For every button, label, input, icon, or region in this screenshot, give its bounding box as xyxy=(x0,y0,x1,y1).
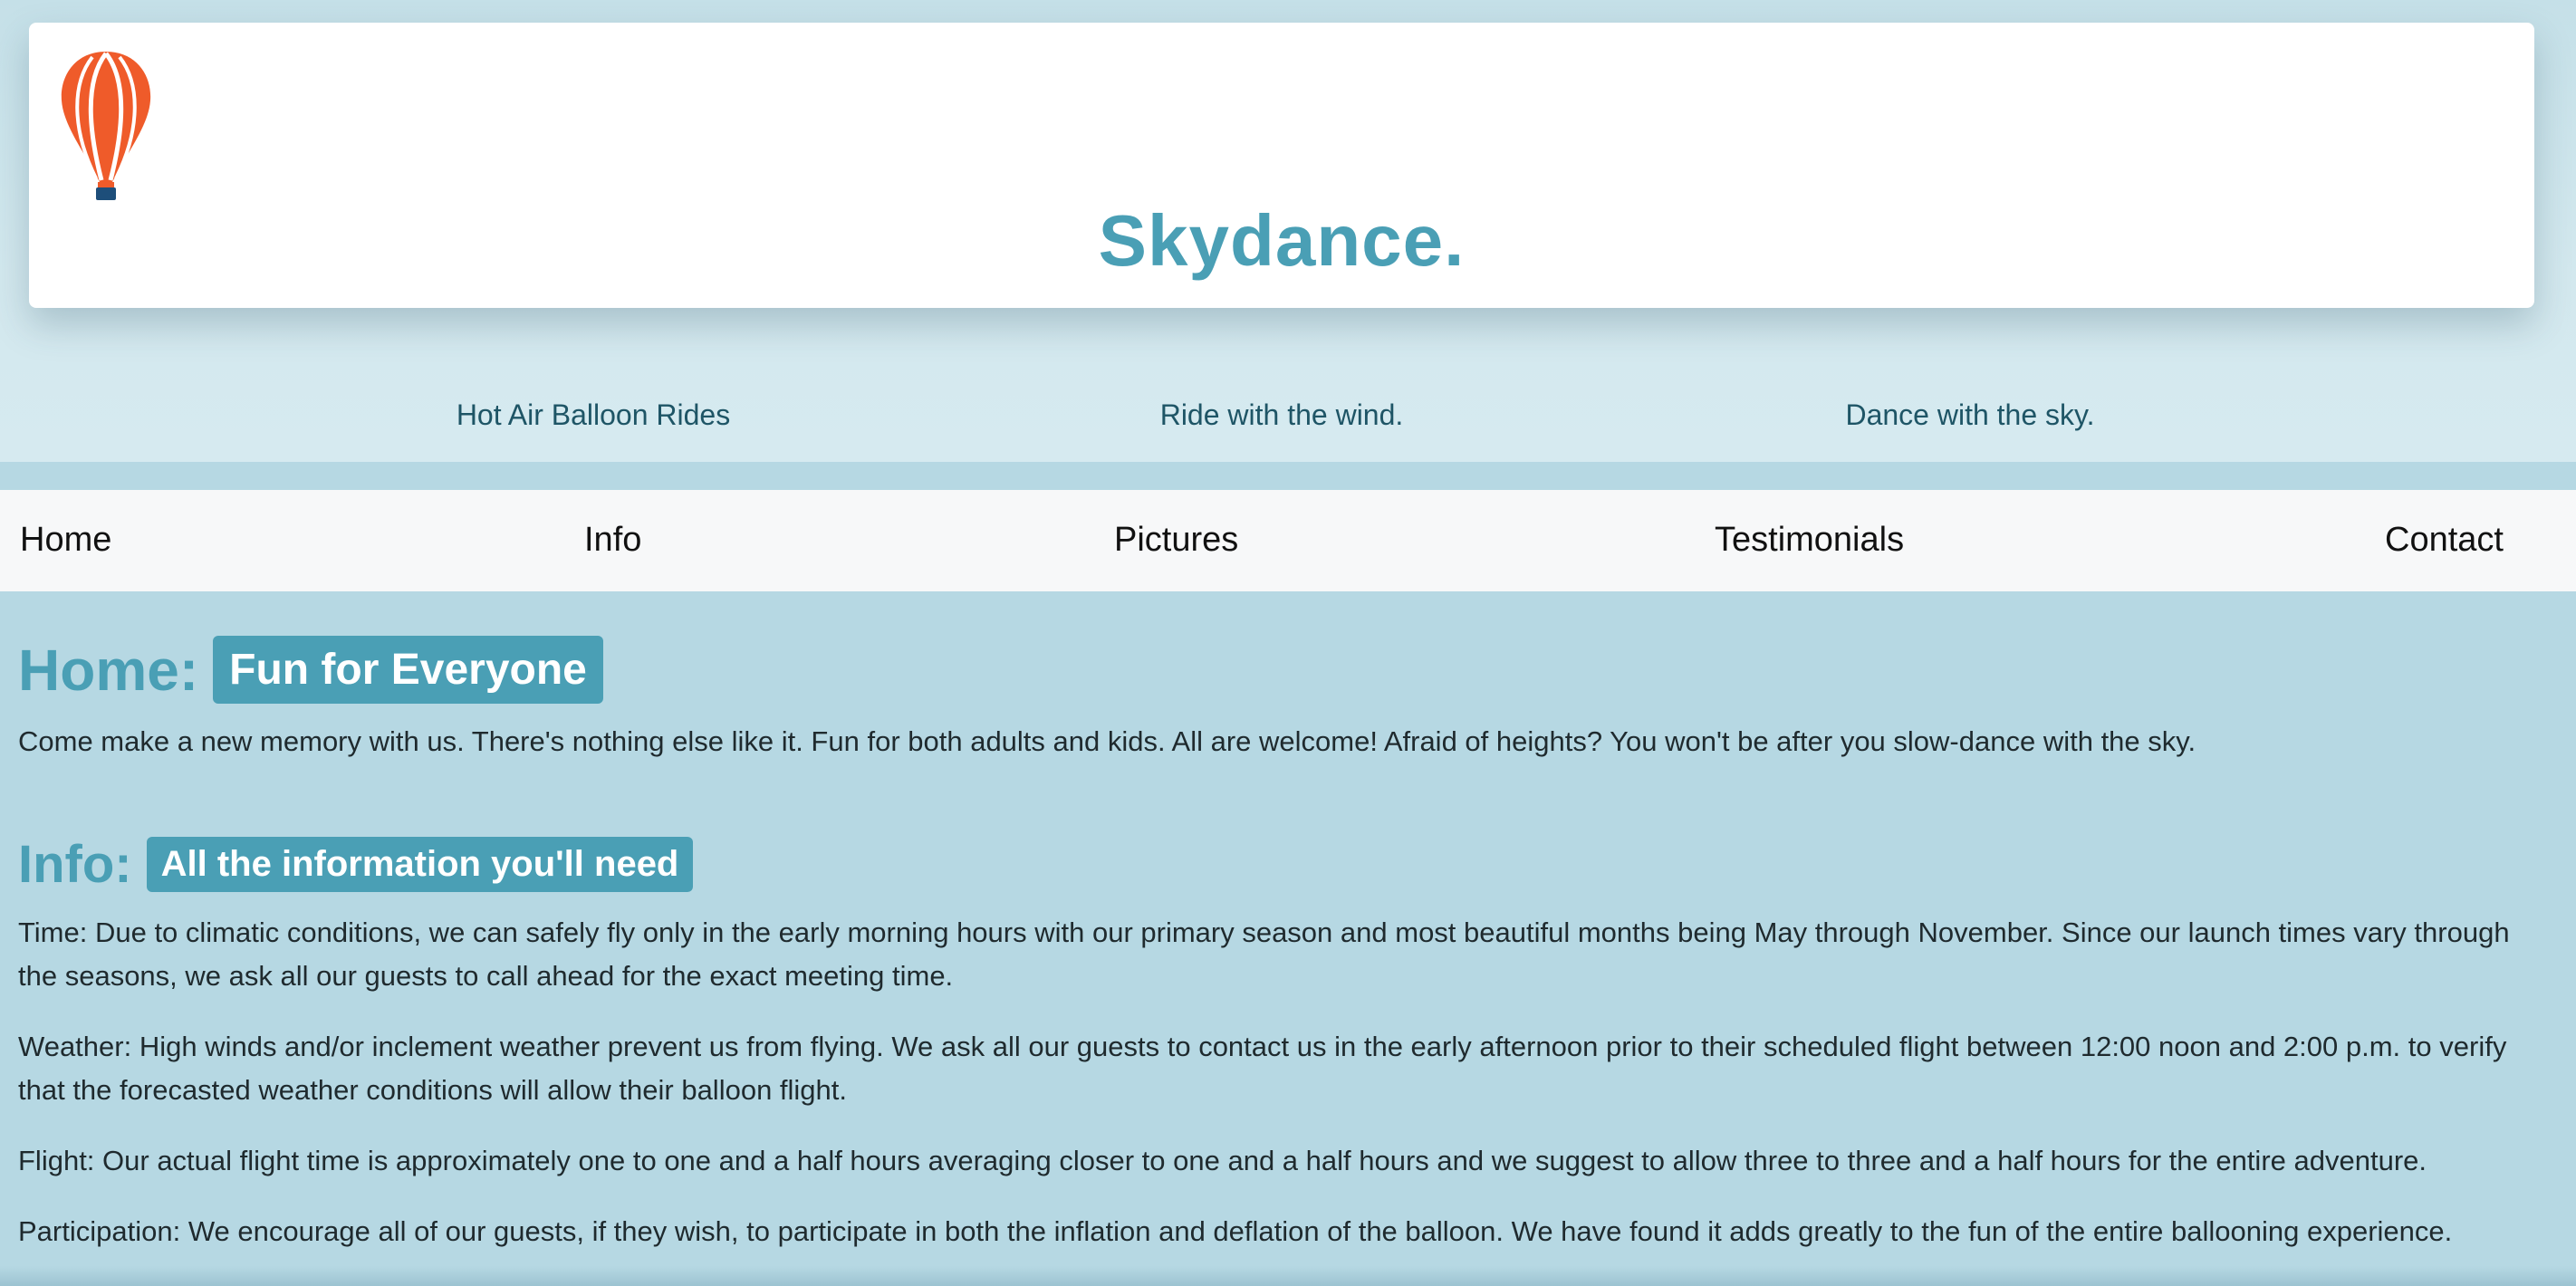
main-content: Home: Fun for Everyone Come make a new m… xyxy=(18,625,2545,1253)
home-heading: Home: Fun for Everyone xyxy=(18,636,2545,704)
nav-item-contact[interactable]: Contact xyxy=(2385,521,2504,560)
info-heading: Info: All the information you'll need xyxy=(18,834,2545,895)
nav-item-home[interactable]: Home xyxy=(20,521,111,560)
tagline-hot-air-balloon-rides: Hot Air Balloon Rides xyxy=(456,398,731,431)
header-card: Skydance. xyxy=(29,23,2534,308)
tagline-ride-with-the-wind: Ride with the wind. xyxy=(1159,398,1404,431)
nav-item-testimonials[interactable]: Testimonials xyxy=(1715,521,1904,560)
info-section: Info: All the information you'll need Ti… xyxy=(18,834,2545,1253)
info-paragraph-time: Time: Due to climatic conditions, we can… xyxy=(18,917,2510,992)
home-heading-title: Home: xyxy=(18,637,199,703)
nav-item-pictures[interactable]: Pictures xyxy=(1114,521,1238,560)
info-paragraph-participation: Participation: We encourage all of our g… xyxy=(18,1215,2453,1247)
hot-air-balloon-icon xyxy=(61,52,151,200)
info-paragraph-flight: Flight: Our actual flight time is approx… xyxy=(18,1145,2427,1176)
nav-item-info[interactable]: Info xyxy=(584,521,641,560)
info-heading-badge: All the information you'll need xyxy=(146,837,694,892)
site-title: Skydance. xyxy=(1098,200,1466,281)
tagline-dance-with-the-sky: Dance with the sky. xyxy=(1845,398,2095,431)
bottom-shadow xyxy=(0,1266,2576,1286)
home-paragraph: Come make a new memory with us. There's … xyxy=(18,725,2196,757)
info-heading-title: Info: xyxy=(18,835,132,894)
home-section: Home: Fun for Everyone Come make a new m… xyxy=(18,636,2545,763)
home-heading-badge: Fun for Everyone xyxy=(213,636,603,704)
info-paragraph-weather: Weather: High winds and/or inclement wea… xyxy=(18,1031,2507,1106)
main-nav: Home Info Pictures Testimonials Contact xyxy=(0,490,2576,591)
